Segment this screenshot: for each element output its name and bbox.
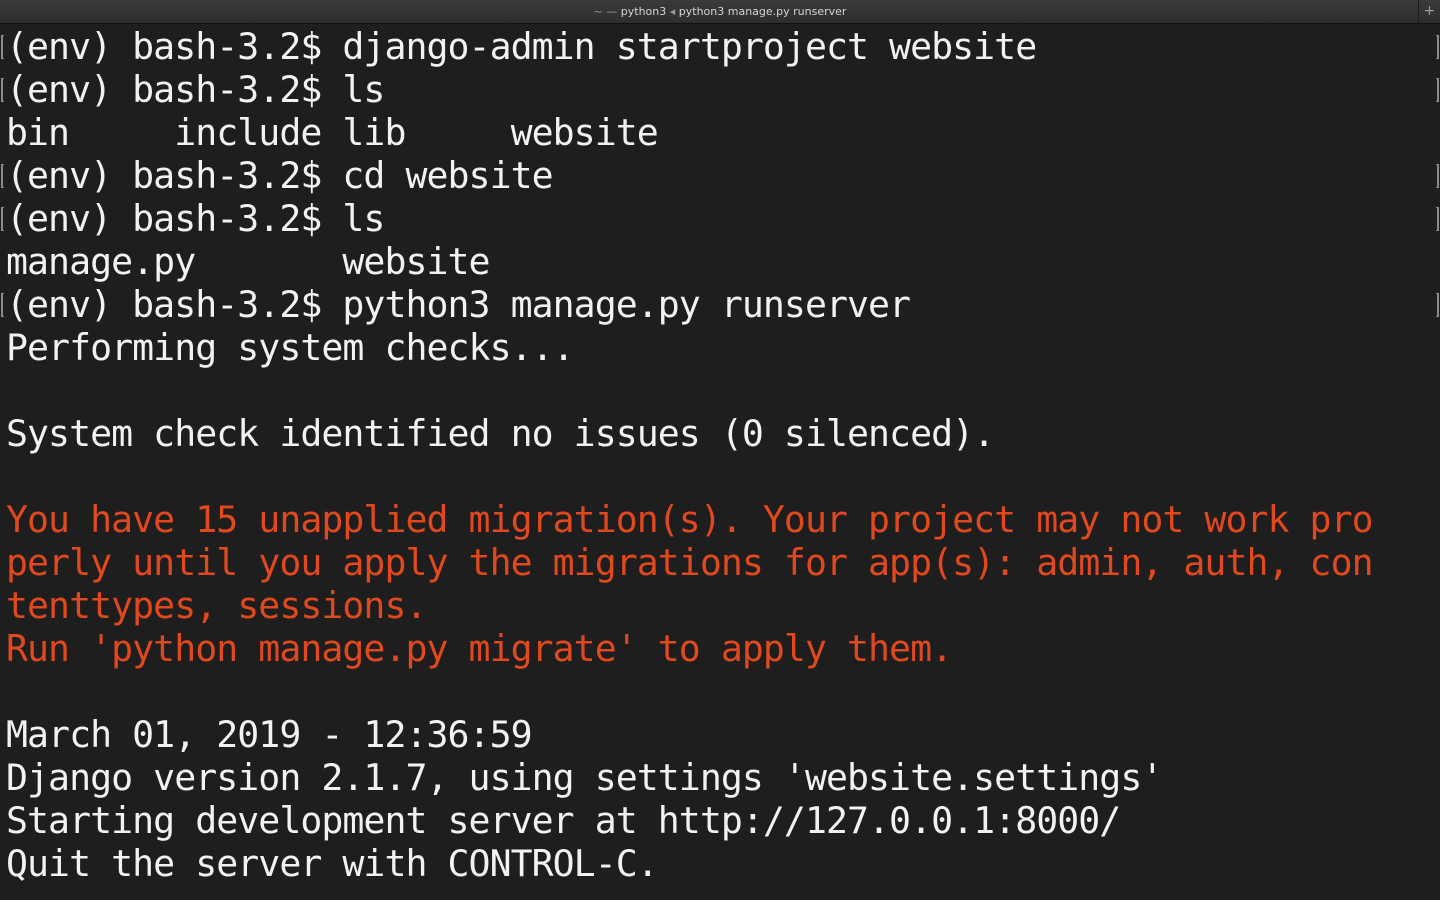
terminal-line: (env) bash-3.2$ django-admin startprojec… — [6, 25, 1037, 68]
prompt-mark-icon — [1, 164, 4, 188]
prompt-mark-icon — [1436, 293, 1439, 317]
title-app: python3 — [620, 5, 667, 18]
prompt-mark-icon — [1436, 207, 1439, 231]
title-path: ~ — — [593, 5, 621, 18]
prompt-mark-icon — [1436, 78, 1439, 102]
title-bar[interactable]: ~ — python3 ◂ python3 manage.py runserve… — [0, 0, 1440, 24]
terminal-line: Performing system checks... — [6, 326, 575, 369]
migration-warning-line: You have 15 unapplied migration(s). Your… — [6, 498, 1374, 541]
terminal-line: manage.py website — [6, 240, 491, 283]
migration-warning-line: tenttypes, sessions. — [6, 584, 427, 627]
terminal-line: March 01, 2019 - 12:36:59 — [6, 713, 533, 756]
terminal-line: (env) bash-3.2$ ls — [6, 68, 385, 111]
terminal-line: Django version 2.1.7, using settings 'we… — [6, 756, 1163, 799]
migration-warning-line: perly until you apply the migrations for… — [6, 541, 1374, 584]
terminal-line: System check identified no issues (0 sil… — [6, 412, 995, 455]
terminal-line: bin include lib website — [6, 111, 659, 154]
prompt-mark-icon — [1, 293, 4, 317]
migration-warning-line: Run 'python manage.py migrate' to apply … — [6, 627, 953, 670]
terminal-line: (env) bash-3.2$ python3 manage.py runser… — [6, 283, 911, 326]
new-tab-icon[interactable]: + — [1418, 0, 1440, 24]
terminal-output[interactable]: (env) bash-3.2$ django-admin startprojec… — [0, 25, 1440, 900]
title-separator: ◂ — [666, 5, 679, 18]
terminal-line: (env) bash-3.2$ ls — [6, 197, 385, 240]
terminal-line: Starting development server at http://12… — [6, 799, 1121, 842]
prompt-mark-icon — [1, 35, 4, 59]
terminal-line: Quit the server with CONTROL-C. — [6, 842, 659, 885]
prompt-mark-icon — [1, 78, 4, 102]
window-title: ~ — python3 ◂ python3 manage.py runserve… — [0, 0, 1440, 24]
title-command: python3 manage.py runserver — [678, 5, 847, 18]
prompt-mark-icon — [1436, 35, 1439, 59]
prompt-mark-icon — [1436, 164, 1439, 188]
prompt-mark-icon — [1, 207, 4, 231]
terminal-window: ~ — python3 ◂ python3 manage.py runserve… — [0, 0, 1440, 900]
terminal-line: (env) bash-3.2$ cd website — [6, 154, 554, 197]
